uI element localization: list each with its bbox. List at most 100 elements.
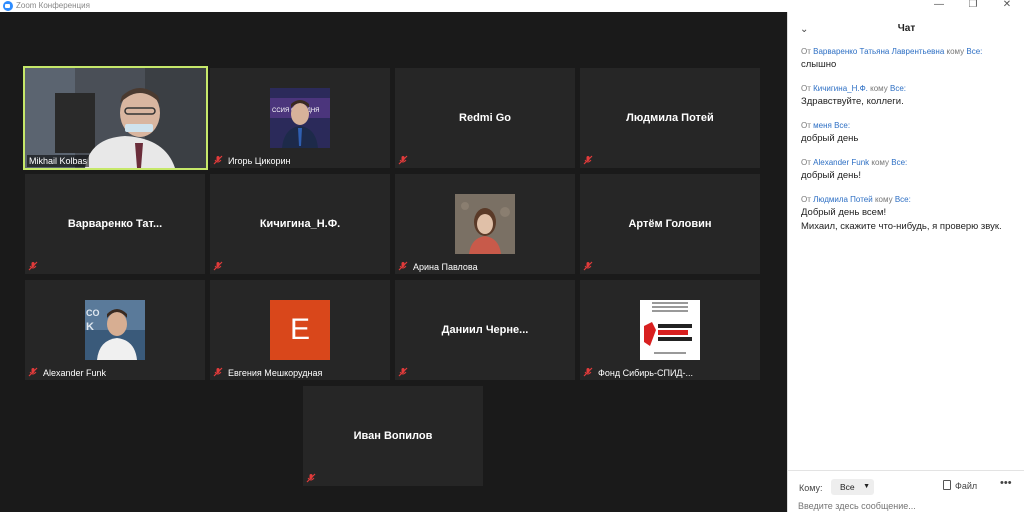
video-gallery: Mikhail Kolbas ССИЯ СЕГОДНЯ Игорь Цикори…	[0, 12, 787, 512]
mic-muted-icon	[213, 367, 223, 377]
message-meta: От Кичигина_Н.Ф. кому Все:	[801, 83, 1015, 95]
mic-muted-icon	[398, 261, 408, 271]
participant-name-label: Фонд Сибирь-СПИД-...	[598, 368, 694, 378]
sender-name: Alexander Funk	[813, 158, 870, 167]
video-tile[interactable]: Арина Павлова	[395, 174, 575, 274]
svg-text:K: K	[86, 321, 94, 333]
mic-muted-icon	[398, 155, 408, 165]
mic-muted-icon	[583, 261, 593, 271]
participant-name: Иван Вопилов	[353, 430, 433, 442]
chat-message: От Людмила Потей кому Все: Добрый день в…	[801, 194, 1015, 234]
participant-avatar: ССИЯ СЕГОДНЯ	[270, 88, 330, 148]
message-meta: От Варваренко Татьяна Лаврентьевна кому …	[801, 46, 1015, 58]
more-options-button[interactable]: •••	[1000, 477, 1012, 489]
participant-name-label: Alexander Funk	[43, 368, 107, 378]
participant-avatar-letter: E	[270, 300, 330, 360]
sender-name: Варваренко Татьяна Лаврентьевна	[813, 47, 945, 56]
recipient-name: Все:	[891, 158, 908, 167]
video-tile[interactable]: Артём Головин	[580, 174, 760, 274]
chat-title: Чат	[897, 23, 916, 34]
to-prefix: кому	[874, 195, 893, 204]
recipient-name: Все:	[890, 84, 907, 93]
recipient-name: Все:	[966, 47, 983, 56]
video-tile[interactable]: ССИЯ СЕГОДНЯ Игорь Цикорин	[210, 68, 390, 168]
participant-name: Варваренко Тат...	[67, 218, 163, 230]
webcam-video	[25, 68, 206, 168]
file-icon	[943, 480, 951, 490]
participant-name: Redmi Go	[459, 112, 511, 124]
chat-message: От Кичигина_Н.Ф. кому Все: Здравствуйте,…	[801, 83, 1015, 109]
message-text: Здравствуйте, коллеги.	[801, 96, 904, 107]
participant-name-label: Арина Павлова	[413, 262, 478, 272]
participant-name: Кичигина_Н.Ф.	[259, 218, 341, 230]
message-text: Добрый день всем! Михаил, скажите что-ни…	[801, 207, 1002, 232]
organization-logo	[640, 300, 700, 360]
file-button[interactable]: Файл	[943, 480, 977, 491]
to-label: Кому:	[799, 483, 823, 493]
zoom-logo-icon	[3, 1, 13, 11]
participant-avatar	[455, 194, 515, 254]
recipient-name: Все:	[834, 121, 851, 130]
chat-message-input[interactable]	[798, 500, 998, 512]
from-prefix: От	[801, 121, 811, 130]
participant-name-label: Игорь Цикорин	[228, 156, 291, 166]
message-text: слышно	[801, 59, 837, 70]
minimize-button[interactable]: —	[924, 0, 954, 12]
participant-avatar: CO K	[85, 300, 145, 360]
message-text: добрый день!	[801, 170, 861, 181]
to-prefix: кому	[946, 47, 965, 56]
to-prefix: кому	[870, 84, 888, 93]
chat-footer: Кому: Все ▼ Файл •••	[788, 470, 1024, 512]
chat-message: От Варваренко Татьяна Лаврентьевна кому …	[801, 46, 1015, 72]
chat-message: От Alexander Funk кому Все: добрый день!	[801, 157, 1015, 183]
video-tile[interactable]: Кичигина_Н.Ф.	[210, 174, 390, 274]
recipient-dropdown-value: Все	[840, 482, 855, 492]
video-tile[interactable]: Даниил Черне...	[395, 280, 575, 380]
sender-name: Кичигина_Н.Ф.	[813, 84, 868, 93]
mic-muted-icon	[583, 367, 593, 377]
video-tile[interactable]: Redmi Go	[395, 68, 575, 168]
video-tile[interactable]: Фонд Сибирь-СПИД-...	[580, 280, 760, 380]
message-meta: От Людмила Потей кому Все:	[801, 194, 1015, 206]
mic-muted-icon	[28, 367, 38, 377]
svg-text:CO: CO	[86, 308, 100, 318]
video-tile[interactable]: Варваренко Тат...	[25, 174, 205, 274]
participant-name-label: Mikhail Kolbas	[27, 155, 90, 167]
to-prefix: кому	[871, 158, 890, 167]
recipient-dropdown[interactable]: Все ▼	[831, 479, 874, 495]
mic-muted-icon	[28, 261, 38, 271]
from-prefix: От	[801, 158, 811, 167]
from-prefix: От	[801, 195, 811, 204]
video-tile[interactable]: Людмила Потей	[580, 68, 760, 168]
sender-name: меня	[813, 121, 832, 130]
window-title: Zoom Конференция	[16, 1, 90, 10]
sender-name: Людмила Потей	[813, 195, 873, 204]
zoom-window: Zoom Конференция — ❐ ✕ Mikhail Kolbas СС…	[0, 0, 1024, 512]
chat-panel: ⌄ Чат От Варваренко Татьяна Лаврентьевна…	[787, 12, 1024, 512]
mic-muted-icon	[398, 367, 408, 377]
video-tile[interactable]: Иван Вопилов	[303, 386, 483, 486]
mic-muted-icon	[213, 261, 223, 271]
chat-header: ⌄ Чат	[788, 12, 1024, 46]
message-meta: От меня Все:	[801, 120, 1015, 132]
mic-muted-icon	[583, 155, 593, 165]
video-tile[interactable]: E Евгения Мешкорудная	[210, 280, 390, 380]
close-window-button[interactable]: ✕	[992, 0, 1022, 12]
message-text: добрый день	[801, 133, 859, 144]
video-tile[interactable]: CO K Alexander Funk	[25, 280, 205, 380]
participant-name: Артём Головин	[628, 218, 712, 230]
message-meta: От Alexander Funk кому Все:	[801, 157, 1015, 169]
maximize-button[interactable]: ❐	[958, 0, 988, 12]
participant-name-label: Евгения Мешкорудная	[228, 368, 323, 378]
chat-message: От меня Все: добрый день	[801, 120, 1015, 146]
title-bar: Zoom Конференция — ❐ ✕	[0, 0, 1024, 12]
participant-name: Людмила Потей	[626, 112, 714, 124]
video-tile-active-speaker[interactable]: Mikhail Kolbas	[23, 66, 208, 170]
from-prefix: От	[801, 84, 811, 93]
mic-muted-icon	[213, 155, 223, 165]
from-prefix: От	[801, 47, 811, 56]
participant-name: Даниил Черне...	[441, 324, 529, 336]
file-button-label: Файл	[955, 481, 978, 491]
chat-messages: От Варваренко Татьяна Лаврентьевна кому …	[801, 46, 1015, 245]
recipient-name: Все:	[894, 195, 911, 204]
